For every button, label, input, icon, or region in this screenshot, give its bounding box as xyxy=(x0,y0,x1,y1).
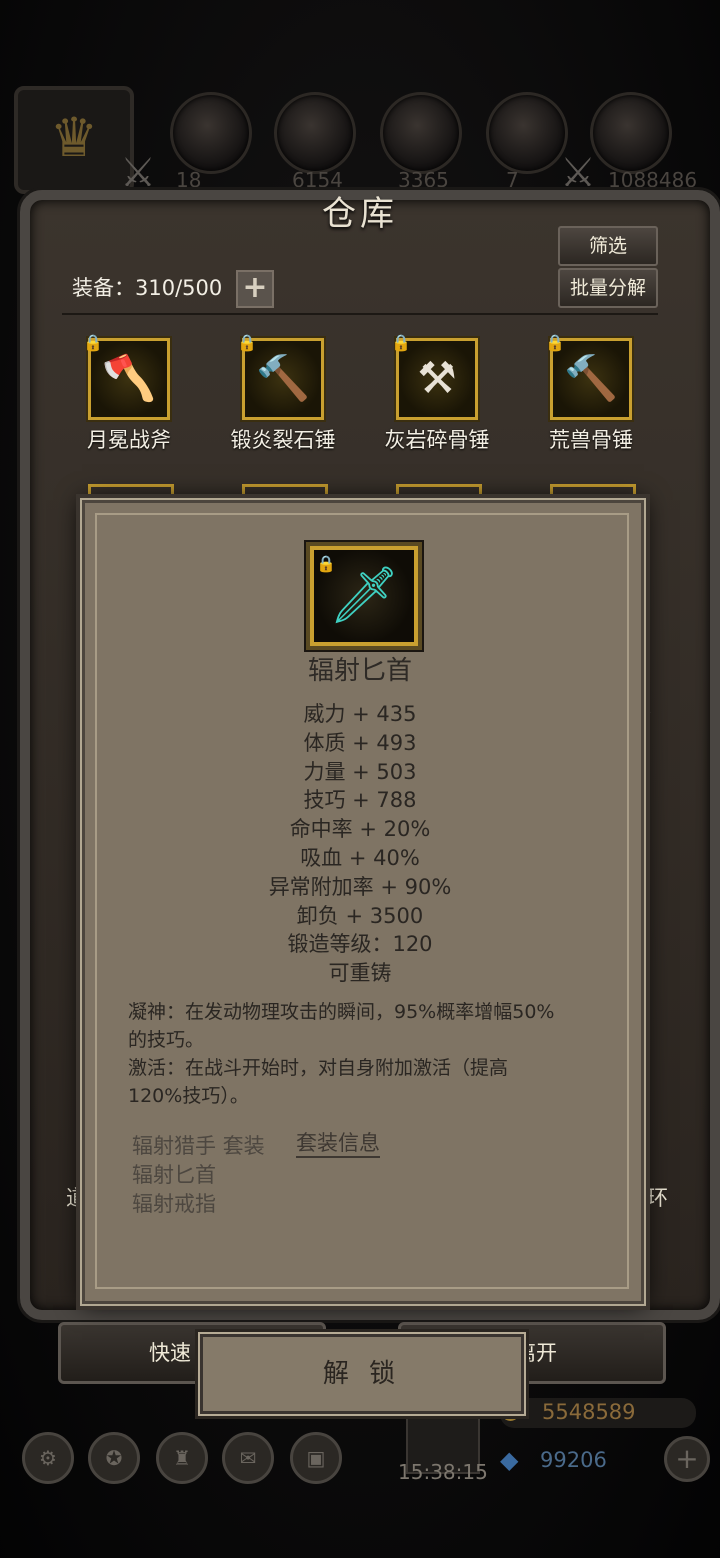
equip-count: 装备：310/500 xyxy=(72,276,223,300)
resource-slot-wood[interactable] xyxy=(274,92,356,174)
hammer-icon: 🔨 xyxy=(255,353,311,404)
set-piece: 辐射戒指 xyxy=(132,1192,216,1216)
hammer-icon: ⚒ xyxy=(417,353,457,404)
item-slot[interactable]: 🔒 🪓 月冕战斧 xyxy=(54,333,204,454)
stat-line: 技巧 + 788 xyxy=(303,788,417,813)
warehouse-title: 仓库 xyxy=(322,194,398,234)
item-name: 荒兽骨锤 xyxy=(549,428,633,452)
set-info-link[interactable]: 套装信息 xyxy=(296,1130,380,1158)
desc-line: 凝神：在发动物理攻击的瞬间，95%概率增幅50% xyxy=(128,1001,555,1023)
mail-icon[interactable]: ✉ xyxy=(222,1432,274,1484)
resource-slot-iron[interactable] xyxy=(590,92,672,174)
settings-icon[interactable]: ⚙ xyxy=(22,1432,74,1484)
stat-line: 命中率 + 20% xyxy=(289,817,431,842)
resource-slot-crystal[interactable] xyxy=(486,92,568,174)
item-detail-name: 辐射匕首 xyxy=(307,656,412,686)
unlock-button[interactable]: 解 锁 xyxy=(200,1334,524,1414)
resource-slot-meat[interactable] xyxy=(170,92,252,174)
item-stats: 威力 + 435 体质 + 493 力量 + 503 技巧 + 788 命中率 … xyxy=(82,700,638,988)
lock-icon: 🔒 xyxy=(83,333,103,352)
item-name: 月冕战斧 xyxy=(87,428,171,452)
badge-icon[interactable]: ✪ xyxy=(88,1432,140,1484)
desc-line: 的技巧。 xyxy=(128,1029,205,1051)
add-currency-button[interactable]: + xyxy=(664,1436,710,1482)
item-skill-description: 凝神：在发动物理攻击的瞬间，95%概率增幅50% 的技巧。 激活：在战斗开始时，… xyxy=(128,998,598,1110)
mace-icon: 🔨 xyxy=(563,353,619,404)
crown-slot[interactable]: ♛ xyxy=(14,86,134,194)
quick-label: 快速 xyxy=(149,1341,191,1365)
item-name: 锻炎裂石锤 xyxy=(230,428,336,452)
stat-line: 体质 + 493 xyxy=(303,730,417,755)
filter-button[interactable]: 筛选 xyxy=(558,226,658,266)
stat-line: 异常附加率 + 90% xyxy=(268,874,452,899)
batch-dismantle-button[interactable]: 批量分解 xyxy=(558,268,658,308)
crown-icon: ♛ xyxy=(49,106,99,169)
axe-icon: 🪓 xyxy=(101,353,157,404)
gold-amount: 5548589 xyxy=(542,1400,636,1424)
resource-number-4: 7 xyxy=(506,168,519,192)
lock-icon: 🔒 xyxy=(316,554,336,573)
resource-number-5: 1088486 xyxy=(608,168,698,192)
clock: 15:38:15 xyxy=(398,1460,488,1484)
lock-icon: 🔒 xyxy=(545,333,565,352)
expand-capacity-button[interactable]: + xyxy=(236,270,274,308)
resource-number-1: 18 xyxy=(176,168,202,192)
frame-ornament-right: ⚔ xyxy=(560,150,596,196)
set-name: 辐射猎手 套装 xyxy=(132,1134,265,1158)
gem-icon: ◆ xyxy=(500,1446,519,1474)
resource-slot-stone[interactable] xyxy=(380,92,462,174)
bag-icon[interactable]: ▣ xyxy=(290,1432,342,1484)
desc-line: 激活：在战斗开始时，对自身附加激活（提高 xyxy=(128,1057,509,1079)
ranking-icon[interactable]: ♜ xyxy=(156,1432,208,1484)
stat-line: 威力 + 435 xyxy=(303,702,417,726)
gem-amount: 99206 xyxy=(540,1448,607,1472)
frame-ornament-left: ⚔ xyxy=(120,150,156,196)
desc-line: 120%技巧）。 xyxy=(128,1085,249,1107)
lock-icon: 🔒 xyxy=(391,333,411,352)
item-slot[interactable]: 🔒 ⚒ 灰岩碎骨锤 xyxy=(362,333,512,454)
item-name: 灰岩碎骨锤 xyxy=(384,428,490,452)
set-piece: 辐射匕首 xyxy=(132,1163,216,1187)
stat-line: 力量 + 503 xyxy=(303,759,417,784)
divider xyxy=(62,313,658,315)
stat-line: 锻造等级：120 xyxy=(287,932,433,957)
lock-icon: 🔒 xyxy=(237,333,257,352)
item-slot[interactable]: 🔒 🔨 锻炎裂石锤 xyxy=(208,333,358,454)
stat-line: 吸血 + 40% xyxy=(300,845,420,870)
stat-line: 卸负 + 3500 xyxy=(296,903,424,928)
stat-line: 可重铸 xyxy=(328,961,392,986)
item-slot[interactable]: 🔒 🔨 荒兽骨锤 xyxy=(516,333,666,454)
item-detail-icon: 🔒 🗡 xyxy=(310,546,418,646)
